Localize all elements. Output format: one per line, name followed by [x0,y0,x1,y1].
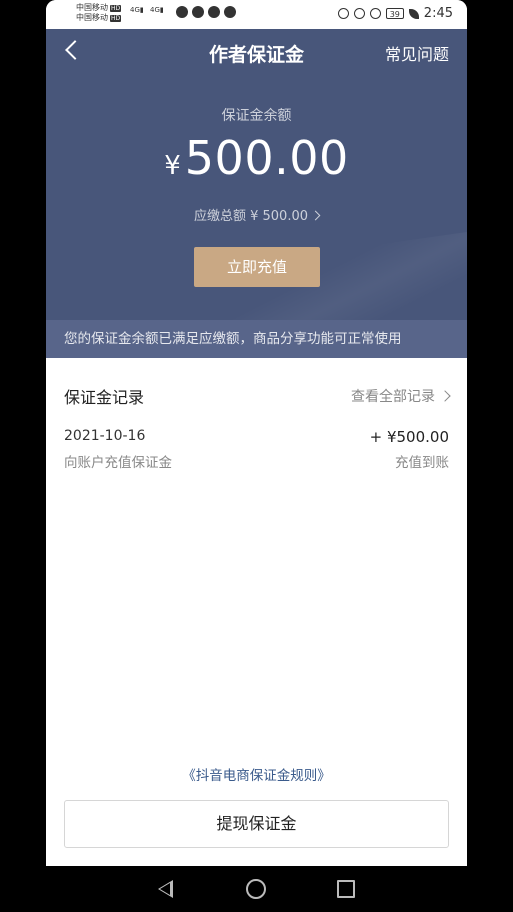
bluetooth-icon [353,8,365,19]
qq-icon [176,6,188,18]
mute-icon [369,8,381,19]
faq-link[interactable]: 常见问题 [385,41,449,65]
eye-icon [337,8,349,19]
status-notice: 您的保证金余额已满足应缴额，商品分享功能可正常使用 [46,320,467,358]
record-status: 充值到账 [395,455,449,471]
battery-icon: 39 [385,8,404,19]
rules-link[interactable]: 《抖音电商保证金规则》 [46,764,467,784]
nav-recents-icon[interactable] [337,880,355,898]
carrier-info: 中国移动 HD 中国移动 HD [76,3,122,23]
due-total-link[interactable]: 应缴总额 ¥ 500.00 [46,205,467,224]
withdraw-button[interactable]: 提现保证金 [64,800,449,848]
power-saving-icon [408,8,419,19]
status-bar: 中国移动 HD 中国移动 HD 4G▮ 4G▮ 39 2:45 [46,0,467,29]
hd-badge-2: HD [110,14,122,22]
record-amount: + ¥500.00 [369,428,449,446]
app-screen: 中国移动 HD 中国移动 HD 4G▮ 4G▮ 39 2:45 作者保证金 常见问题… [46,0,467,866]
carrier-1: 中国移动 [76,3,108,12]
record-description: 向账户充值保证金 [64,455,172,471]
records-title: 保证金记录 [64,388,145,407]
recharge-button[interactable]: 立即充值 [194,247,320,287]
balance-header: 作者保证金 常见问题 保证金余额 ¥500.00 应缴总额 ¥ 500.00 立… [46,29,467,358]
record-row[interactable]: 2021-10-16 向账户充值保证金 + ¥500.00 充值到账 [64,428,449,472]
nav-home-icon[interactable] [246,879,266,899]
currency-symbol: ¥ [164,151,181,181]
status-right: 39 2:45 [337,6,453,21]
balance-amount: ¥500.00 [46,131,467,185]
network-type-2: 4G [150,6,160,14]
clock: 2:45 [423,6,453,21]
record-date: 2021-10-16 [64,428,146,444]
view-all-label: 查看全部记录 [351,389,435,405]
signal-2-icon: 4G▮ [150,6,164,14]
balance-value: 500.00 [184,131,349,185]
nav-bar: 作者保证金 常见问题 [46,29,467,77]
due-total-text: 应缴总额 ¥ 500.00 [193,209,309,224]
wechat-icon [192,6,204,18]
notification-icons [176,6,236,18]
signal-1-icon: 4G▮ [130,6,144,14]
hd-badge-1: HD [110,4,122,12]
network-type-1: 4G [130,6,140,14]
nav-back-icon[interactable] [158,880,173,898]
balance-label: 保证金余额 [221,108,292,124]
message-icon [224,6,236,18]
carrier-2: 中国移动 [76,13,108,22]
system-nav-bar [0,866,513,912]
browser-icon [208,6,220,18]
chevron-right-icon [310,210,321,221]
chevron-right-icon [439,390,451,402]
view-all-records-link[interactable]: 查看全部记录 [351,386,451,406]
